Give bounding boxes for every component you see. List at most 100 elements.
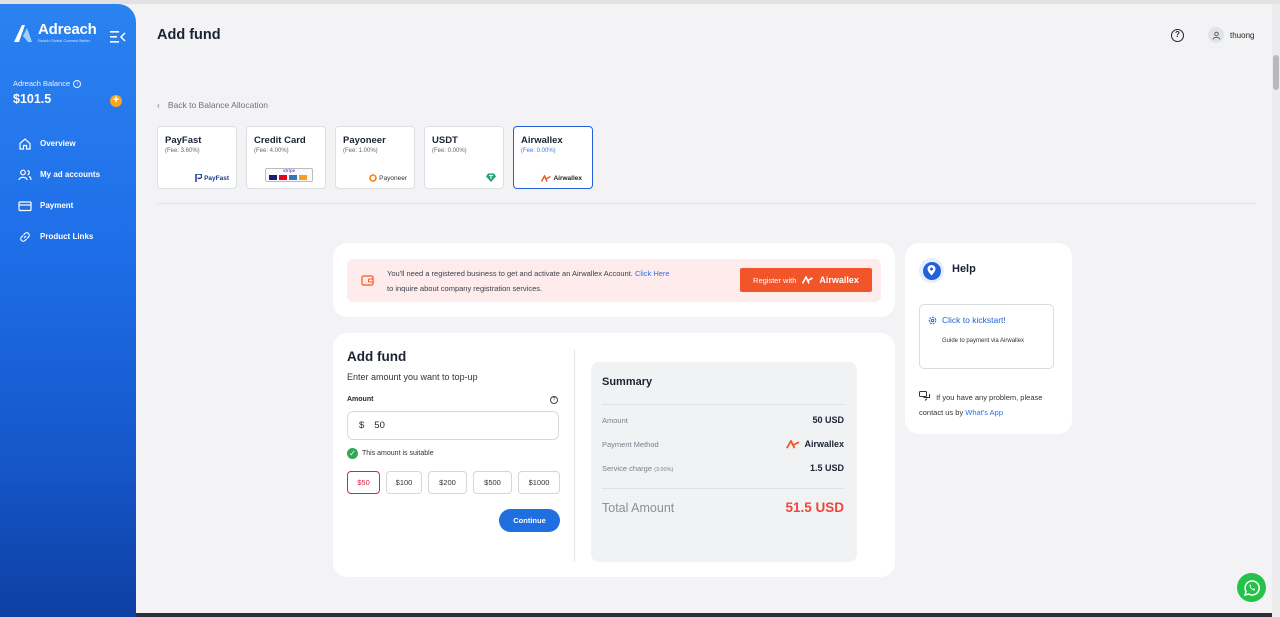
collapse-menu-icon[interactable] <box>110 30 126 44</box>
user-menu[interactable]: thuong <box>1208 27 1254 43</box>
tether-logo-icon <box>486 173 496 182</box>
summary-amount-label: Amount <box>602 415 628 425</box>
summary-divider <box>602 488 844 489</box>
method-card-airwallex[interactable]: Airwallex (Fee: 0.00%) Airwallex <box>513 126 593 189</box>
amount-help-icon[interactable]: ? <box>550 396 558 404</box>
airwallex-logo-icon <box>786 439 800 449</box>
continue-button[interactable]: Continue <box>499 509 560 532</box>
airwallex-logo-icon: Airwallex <box>541 175 582 182</box>
balance-value: $101.5 <box>13 92 52 106</box>
method-card-payfast[interactable]: PayFast (Fee: 3.60%) PayFast <box>157 126 237 189</box>
home-icon <box>19 137 31 150</box>
page-title: Add fund <box>157 27 221 43</box>
window-top-border <box>0 0 1280 4</box>
method-fee: (Fee: 3.60%) <box>165 148 200 154</box>
summary-amount-row: Amount 50 USD <box>602 415 844 425</box>
brand-name: Adreach <box>38 21 97 38</box>
summary-total-row: Total Amount 51.5 USD <box>602 500 844 515</box>
gear-icon <box>928 316 937 324</box>
summary-charge-row: Service charge (3.00%) 1.5 USD <box>602 463 844 473</box>
help-contact: If you have any problem, please contact … <box>919 390 1059 420</box>
whatsapp-chat-button[interactable] <box>1237 573 1266 602</box>
payoneer-logo-text: Payoneer <box>379 174 407 182</box>
method-name: Airwallex <box>521 135 563 146</box>
add-fund-title: Add fund <box>347 349 407 364</box>
method-name: Credit Card <box>254 135 306 146</box>
register-button-brand: Airwallex <box>819 275 859 285</box>
method-card-credit-card[interactable]: Credit Card (Fee: 4.00%) stripe <box>246 126 326 189</box>
currency-symbol: $ <box>359 420 365 431</box>
notice-text: You'll need a registered business to get… <box>387 266 737 296</box>
sidebar-item-product-links[interactable]: Product Links <box>18 221 128 252</box>
summary-charge-label: Service charge (3.00%) <box>602 464 673 473</box>
vertical-divider <box>574 349 575 562</box>
register-airwallex-button[interactable]: Register with Airwallex <box>740 268 872 292</box>
summary-method-value: Airwallex <box>786 439 844 449</box>
method-fee: (Fee: 4.00%) <box>254 148 289 154</box>
whatsapp-link[interactable]: What's App <box>965 408 1003 417</box>
user-name: thuong <box>1230 30 1255 40</box>
preset-200-button[interactable]: $200 <box>428 471 467 494</box>
amount-validation: ✓ This amount is suitable <box>347 448 434 459</box>
summary-method-name: Airwallex <box>804 439 844 449</box>
scrollbar-thumb[interactable] <box>1273 55 1279 90</box>
sidebar-item-label: Product Links <box>40 232 94 241</box>
amount-field[interactable]: $ <box>347 411 559 440</box>
balance-label-text: Adreach Balance <box>13 79 71 88</box>
add-fund-subtitle: Enter amount you want to top-up <box>347 372 478 382</box>
preset-500-button[interactable]: $500 <box>473 471 512 494</box>
sidebar-item-label: Overview <box>40 139 76 148</box>
payment-method-list: PayFast (Fee: 3.60%) PayFast Credit Card… <box>157 126 593 189</box>
method-fee: (Fee: 1.00%) <box>343 148 378 154</box>
back-link[interactable]: ‹ Back to Balance Allocation <box>157 100 268 110</box>
scrollbar-track[interactable] <box>1272 4 1280 617</box>
sidebar-item-overview[interactable]: Overview <box>18 128 128 159</box>
summary-panel: Summary Amount 50 USD Payment Method Air… <box>591 362 857 562</box>
amount-presets: $50 $100 $200 $500 $1000 <box>347 471 560 494</box>
registration-notice: You'll need a registered business to get… <box>347 259 881 302</box>
payfast-logo-icon: PayFast <box>195 174 229 182</box>
method-fee: (Fee: 0.00%) <box>521 148 556 154</box>
notice-text-after: to inquire about company registration se… <box>387 284 543 293</box>
info-icon[interactable]: i <box>73 79 82 88</box>
kickstart-title-text: Click to kickstart! <box>942 315 1006 325</box>
stripe-logo-text: stripe <box>283 168 296 173</box>
method-name: PayFast <box>165 135 202 146</box>
summary-title: Summary <box>602 376 653 388</box>
users-icon <box>18 169 32 180</box>
method-card-usdt[interactable]: USDT (Fee: 0.00%) <box>424 126 504 189</box>
notice-card: You'll need a registered business to get… <box>333 243 895 317</box>
check-circle-icon: ✓ <box>347 448 358 459</box>
summary-amount-value: 50 USD <box>812 415 844 425</box>
sidebar: Adreach Reach Global Connect Better Adre… <box>0 4 136 617</box>
sidebar-item-label: My ad accounts <box>40 170 101 179</box>
total-amount-value: 51.5 USD <box>785 500 844 515</box>
payoneer-logo-icon: Payoneer <box>369 174 407 182</box>
help-title: Help <box>952 263 976 275</box>
click-here-link[interactable]: Click Here <box>635 269 670 278</box>
sidebar-item-payment[interactable]: Payment <box>18 190 128 221</box>
add-balance-button[interactable]: + <box>110 95 122 107</box>
amount-input[interactable] <box>374 420 545 431</box>
card-icon <box>18 200 32 211</box>
method-card-payoneer[interactable]: Payoneer (Fee: 1.00%) Payoneer <box>335 126 415 189</box>
summary-charge-value: 1.5 USD <box>809 463 844 473</box>
validation-text: This amount is suitable <box>362 450 434 457</box>
preset-100-button[interactable]: $100 <box>386 471 422 494</box>
preset-50-button[interactable]: $50 <box>347 471 380 494</box>
help-pin-icon <box>919 258 944 283</box>
sidebar-nav: Overview My ad accounts Payment Product … <box>18 128 128 252</box>
summary-method-label: Payment Method <box>602 439 659 449</box>
chevron-left-icon: ‹ <box>157 100 160 110</box>
kickstart-guide-card[interactable]: Click to kickstart! Guide to payment via… <box>919 304 1054 369</box>
method-name: USDT <box>432 135 458 146</box>
sidebar-item-my-ad-accounts[interactable]: My ad accounts <box>18 159 128 190</box>
summary-method-row: Payment Method Airwallex <box>602 439 844 449</box>
amount-label: Amount <box>347 396 374 403</box>
brand-logo[interactable]: Adreach Reach Global Connect Better <box>12 22 97 44</box>
avatar <box>1208 27 1224 43</box>
help-icon[interactable]: ? <box>1171 29 1184 42</box>
wallet-icon <box>361 275 374 286</box>
payfast-logo-text: PayFast <box>204 174 229 182</box>
preset-1000-button[interactable]: $1000 <box>518 471 560 494</box>
